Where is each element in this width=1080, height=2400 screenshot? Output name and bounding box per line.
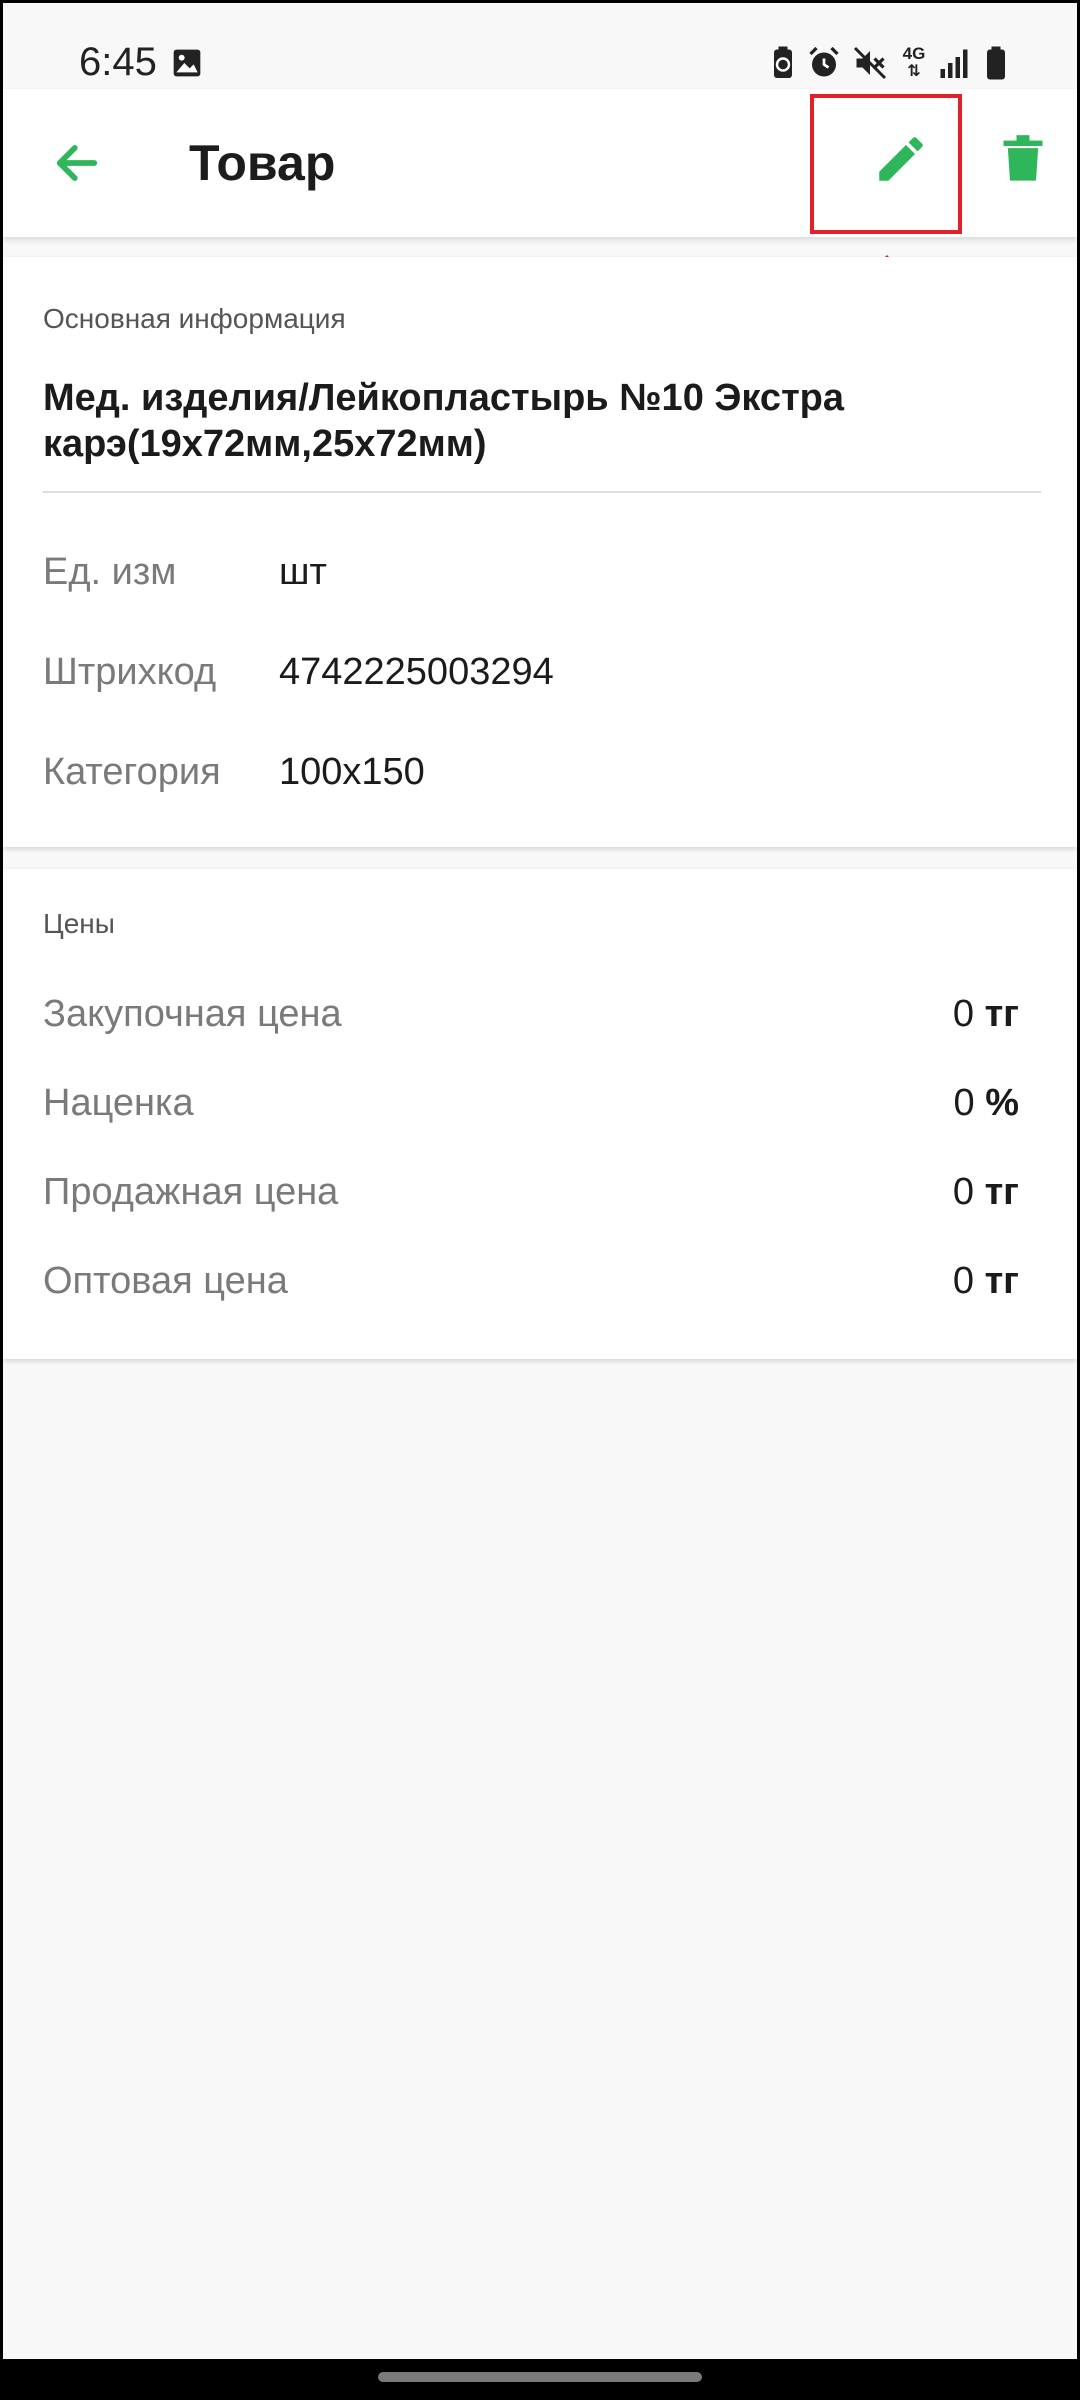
price-value-wholesale: 0 тг [952,1260,1019,1302]
prices-card: Цены Закупочная цена 0 тг Наценка 0 % Пр… [3,869,1077,1359]
home-indicator[interactable] [378,2372,702,2382]
divider [43,491,1041,493]
arrow-left-icon [56,145,98,181]
battery-icon [987,46,1005,80]
price-value-sale: 0 тг [952,1171,1019,1213]
field-value-barcode: 4742225003294 [279,651,554,693]
product-name: Мед. изделия/Лейкопластырь №10 Экстра ка… [43,377,845,465]
delete-button[interactable] [973,109,1073,209]
price-label-wholesale: Оптовая цена [43,1260,288,1302]
status-time: 6:45 [79,40,157,84]
mute-icon [853,46,887,80]
signal-icon [940,49,968,78]
price-label-sale: Продажная цена [43,1171,339,1213]
page-title: Товар [189,135,336,191]
battery-saver-icon [774,46,792,78]
back-button[interactable] [39,125,115,201]
alarm-icon [809,46,839,77]
price-label-markup: Наценка [43,1082,194,1124]
field-value-category: 100x150 [279,751,425,793]
field-label-category: Категория [43,751,221,793]
section-title-prices: Цены [43,908,115,939]
network-4g-icon: 4G ⇅ [902,44,926,80]
trash-icon [1003,135,1043,181]
gallery-icon [173,49,201,77]
edit-highlight-box [810,94,962,234]
price-value-markup: 0 % [953,1082,1020,1124]
status-bar: 6:45 4G ⇅ [3,3,1077,89]
screen: 6:45 4G ⇅ Товар Основная информация Мед.… [3,3,1077,2359]
field-label-barcode: Штрихкод [43,651,217,693]
section-title-main: Основная информация [43,303,346,334]
price-value-purchase: 0 тг [952,993,1019,1035]
field-value-unit: шт [279,551,327,593]
field-label-unit: Ед. изм [43,551,177,593]
main-info-card: Основная информация Мед. изделия/Лейкопл… [3,257,1077,847]
price-label-purchase: Закупочная цена [43,993,342,1035]
